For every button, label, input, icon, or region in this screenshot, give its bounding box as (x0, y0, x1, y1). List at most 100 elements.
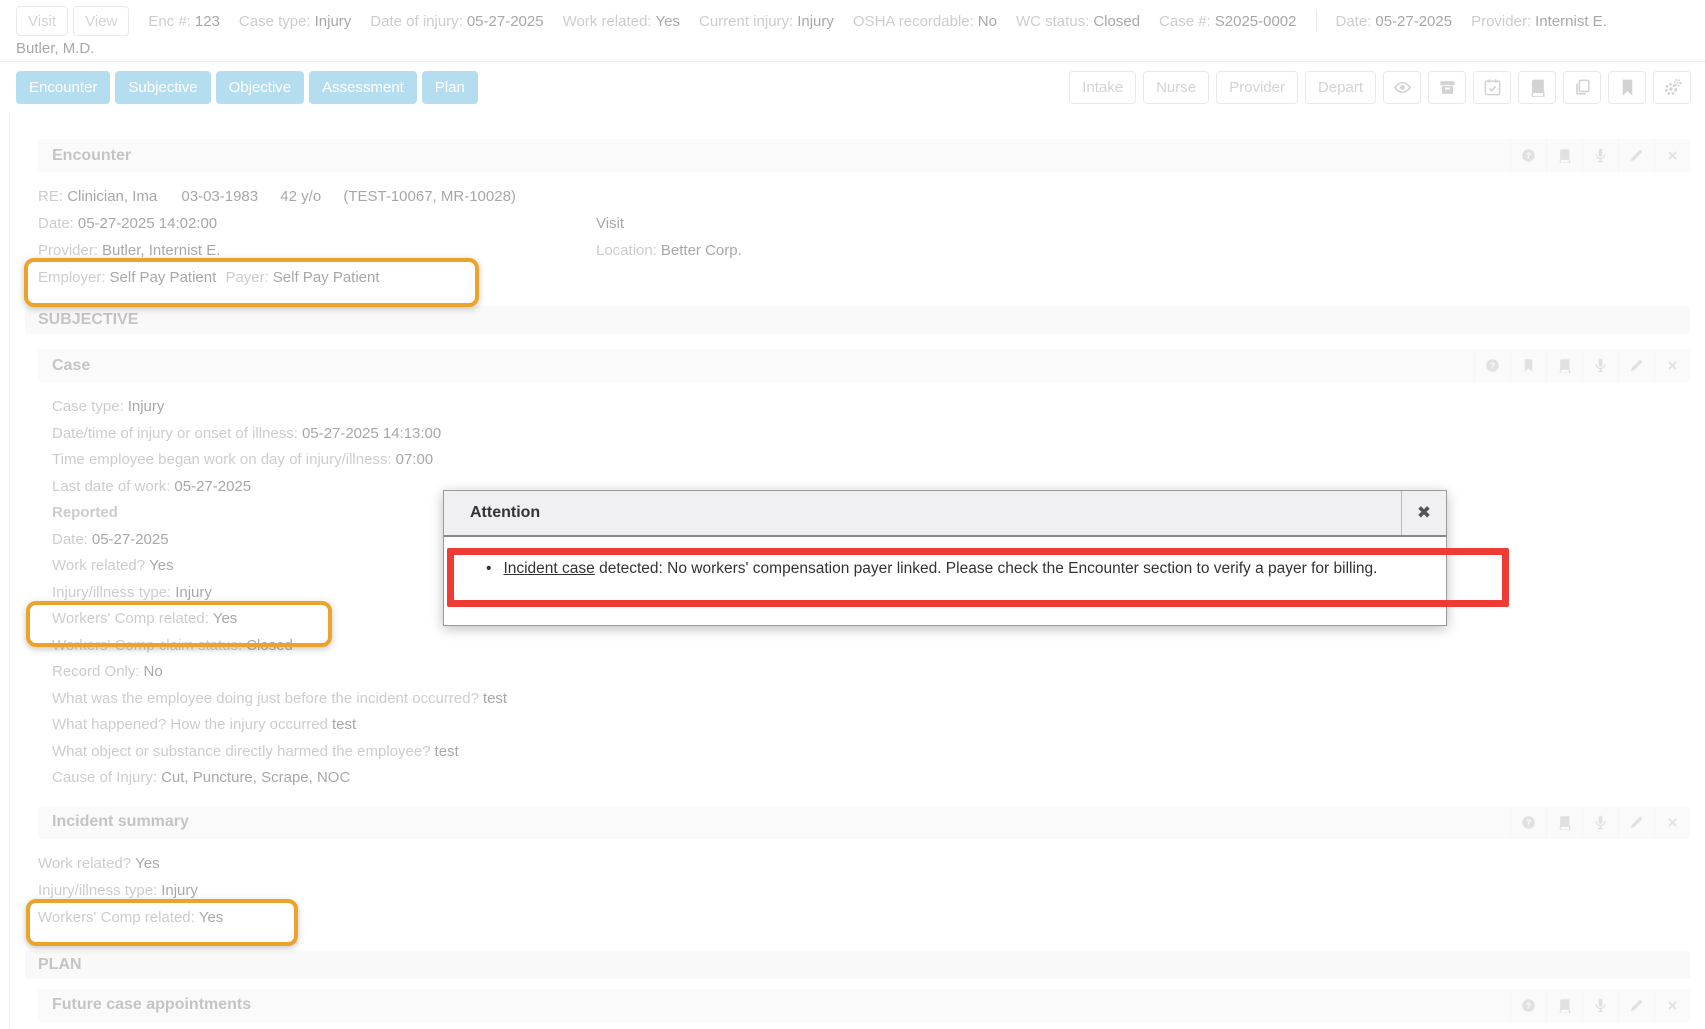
visit-view-toggle: Visit View (16, 6, 129, 36)
nurse-button[interactable]: Nurse (1143, 71, 1209, 104)
provider-button[interactable]: Provider (1216, 71, 1298, 104)
content-left-edge (9, 112, 10, 1029)
book-icon[interactable] (1546, 139, 1582, 172)
nav-encounter-button[interactable]: Encounter (16, 71, 110, 104)
edit-icon[interactable] (1618, 349, 1654, 382)
bullet-marker: • (486, 560, 491, 577)
patient-line: RE: Clinician, Ima 03-03-1983 42 y/o (TE… (38, 183, 1690, 210)
employer-payer-line: Employer:Self Pay Patient Payer:Self Pay… (38, 264, 596, 291)
case-section-title: Case (52, 357, 90, 375)
attention-dialog: Attention ✖ •Incident case detected: No … (443, 490, 1447, 626)
archive-box-icon[interactable] (1428, 71, 1466, 104)
nav-subjective-button[interactable]: Subjective (115, 71, 210, 104)
incident-field: Injury/illness type:Injury (38, 877, 1690, 904)
nav-plan-button[interactable]: Plan (422, 71, 478, 104)
case-field: What object or substance directly harmed… (52, 739, 1690, 766)
view-tab[interactable]: View (73, 6, 129, 36)
case-field: Workers' Comp claim status:Closed (52, 633, 1690, 660)
future-appointments-header: Future case appointments (38, 989, 1690, 1022)
section-nav: Encounter Subjective Objective Assessmen… (16, 71, 478, 104)
osha-recordable-field: OSHA recordable:No (853, 13, 997, 30)
microphone-icon[interactable] (1582, 989, 1618, 1022)
close-icon[interactable] (1654, 349, 1690, 382)
case-field: Date/time of injury or onset of illness:… (52, 421, 1690, 448)
current-injury-field: Current injury:Injury (699, 13, 834, 30)
help-icon[interactable] (1510, 989, 1546, 1022)
encounter-provider-field: Provider:Butler, Internist E. (38, 237, 596, 264)
patient-ids: (TEST-10067, MR-10028) (343, 188, 516, 205)
patient-dob: 03-03-1983 (181, 188, 258, 205)
date-of-injury-field: Date of injury:05-27-2025 (370, 13, 543, 30)
incident-summary-header: Incident summary (38, 806, 1690, 839)
case-type-field: Case type:Injury (239, 13, 351, 30)
book-icon[interactable] (1546, 806, 1582, 839)
section-nav-toolbar: Encounter Subjective Objective Assessmen… (0, 62, 1705, 112)
case-field: What was the employee doing just before … (52, 686, 1690, 713)
topbar-divider (1316, 10, 1317, 32)
visit-tab[interactable]: Visit (16, 6, 68, 36)
encounter-section: Encounter RE: Clinician, Ima 03-03-1983 … (38, 139, 1690, 299)
case-field: Cause of Injury:Cut, Puncture, Scrape, N… (52, 765, 1690, 792)
help-icon[interactable] (1510, 806, 1546, 839)
attention-dialog-header: Attention ✖ (444, 491, 1446, 537)
case-field: Time employee began work on day of injur… (52, 447, 1690, 474)
provider-field: Provider:Internist E. (1471, 13, 1607, 30)
book-icon[interactable] (1546, 989, 1582, 1022)
provider-field-wrap: Butler, M.D. (16, 37, 1705, 61)
work-related-field: Work related:Yes (563, 13, 680, 30)
case-field: Case type:Injury (52, 394, 1690, 421)
attention-dialog-body: •Incident case detected: No workers' com… (444, 537, 1446, 578)
nav-assessment-button[interactable]: Assessment (309, 71, 417, 104)
future-appointments-section: Future case appointments (38, 989, 1690, 1022)
microphone-icon[interactable] (1582, 806, 1618, 839)
help-icon[interactable] (1510, 139, 1546, 172)
close-icon[interactable] (1654, 989, 1690, 1022)
encounter-date-field: Date:05-27-2025 14:02:00 (38, 210, 596, 237)
incident-summary-body: Work related?Yes Injury/illness type:Inj… (38, 839, 1690, 951)
plan-heading: PLAN (25, 951, 1690, 979)
eye-icon[interactable] (1383, 71, 1421, 104)
case-number-field: Case #:S2025-0002 (1159, 13, 1296, 30)
case-field: What happened? How the injury occurredte… (52, 712, 1690, 739)
edit-icon[interactable] (1618, 806, 1654, 839)
incident-summary-section: Incident summary Work related?Yes Injury… (38, 806, 1690, 951)
help-icon[interactable] (1474, 349, 1510, 382)
calendar-check-icon[interactable] (1473, 71, 1511, 104)
copy-icon[interactable] (1563, 71, 1601, 104)
microphone-icon[interactable] (1582, 349, 1618, 382)
microphone-icon[interactable] (1582, 139, 1618, 172)
book-icon[interactable] (1546, 349, 1582, 382)
alert-message: •Incident case detected: No workers' com… (486, 560, 1416, 578)
intake-button[interactable]: Intake (1069, 71, 1136, 104)
visit-heading: Visit (596, 210, 1690, 237)
enc-number-field: Enc #:123 (148, 13, 220, 30)
incident-wc-related-field: Workers' Comp related:Yes (38, 904, 1690, 931)
incident-field: Work related?Yes (38, 850, 1690, 877)
gears-icon[interactable] (1653, 71, 1691, 104)
future-appointments-title: Future case appointments (52, 996, 251, 1014)
encounter-section-header: Encounter (38, 139, 1690, 172)
subjective-heading: SUBJECTIVE (25, 306, 1690, 334)
bookmark-icon[interactable] (1510, 349, 1546, 382)
edit-icon[interactable] (1618, 139, 1654, 172)
encounter-section-title: Encounter (52, 147, 131, 165)
stage-toolbar: Intake Nurse Provider Depart (1069, 71, 1691, 104)
wc-status-field: WC status:Closed (1016, 13, 1140, 30)
attention-dialog-title: Attention (444, 491, 1401, 535)
encounter-info-bar: Visit View Enc #:123 Case type:Injury Da… (0, 0, 1705, 62)
incident-summary-title: Incident summary (52, 813, 189, 831)
incident-case-link[interactable]: Incident case (503, 560, 594, 577)
close-icon[interactable] (1654, 806, 1690, 839)
edit-icon[interactable] (1618, 989, 1654, 1022)
nav-objective-button[interactable]: Objective (216, 71, 305, 104)
patient-name: Clinician, Ima (67, 188, 157, 205)
depart-button[interactable]: Depart (1305, 71, 1376, 104)
close-icon[interactable] (1654, 139, 1690, 172)
close-icon[interactable]: ✖ (1401, 491, 1446, 535)
visit-date-field: Date:05-27-2025 (1336, 13, 1453, 30)
patient-age: 42 y/o (280, 188, 321, 205)
book-icon[interactable] (1518, 71, 1556, 104)
bookmark-icon[interactable] (1608, 71, 1646, 104)
case-section-header: Case (38, 349, 1690, 382)
case-field: Record Only:No (52, 659, 1690, 686)
